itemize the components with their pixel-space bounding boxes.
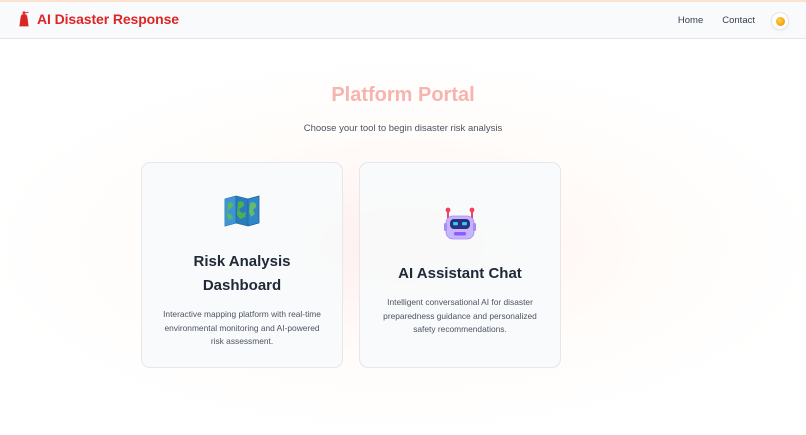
card-title: AI Assistant Chat: [398, 265, 522, 282]
ai-assistant-chat-card[interactable]: AI Assistant Chat Intelligent conversati…: [359, 162, 561, 368]
page-title: Platform Portal: [331, 84, 475, 106]
navbar: AI Disaster Response Home Contact: [0, 0, 806, 39]
risk-analysis-dashboard-card[interactable]: Risk Analysis Dashboard Interactive mapp…: [141, 162, 343, 368]
sun-icon: [775, 16, 785, 26]
fire-extinguisher-icon: [19, 11, 29, 27]
robot-icon: [444, 207, 476, 240]
brand-name: AI Disaster Response: [37, 11, 179, 27]
card-description: Interactive mapping platform with real-t…: [163, 309, 321, 346]
nav-link-home[interactable]: Home: [678, 15, 703, 26]
nav-link-contact[interactable]: Contact: [722, 15, 755, 26]
map-icon: [224, 195, 260, 227]
nav-links: Home Contact: [678, 15, 755, 26]
page-subtitle: Choose your tool to begin disaster risk …: [303, 123, 503, 134]
card-title: Risk Analysis Dashboard: [193, 253, 291, 294]
card-description: Intelligent conversational AI for disast…: [383, 297, 537, 334]
theme-toggle-button[interactable]: [771, 12, 789, 30]
brand-logo-link[interactable]: AI Disaster Response: [18, 11, 179, 27]
